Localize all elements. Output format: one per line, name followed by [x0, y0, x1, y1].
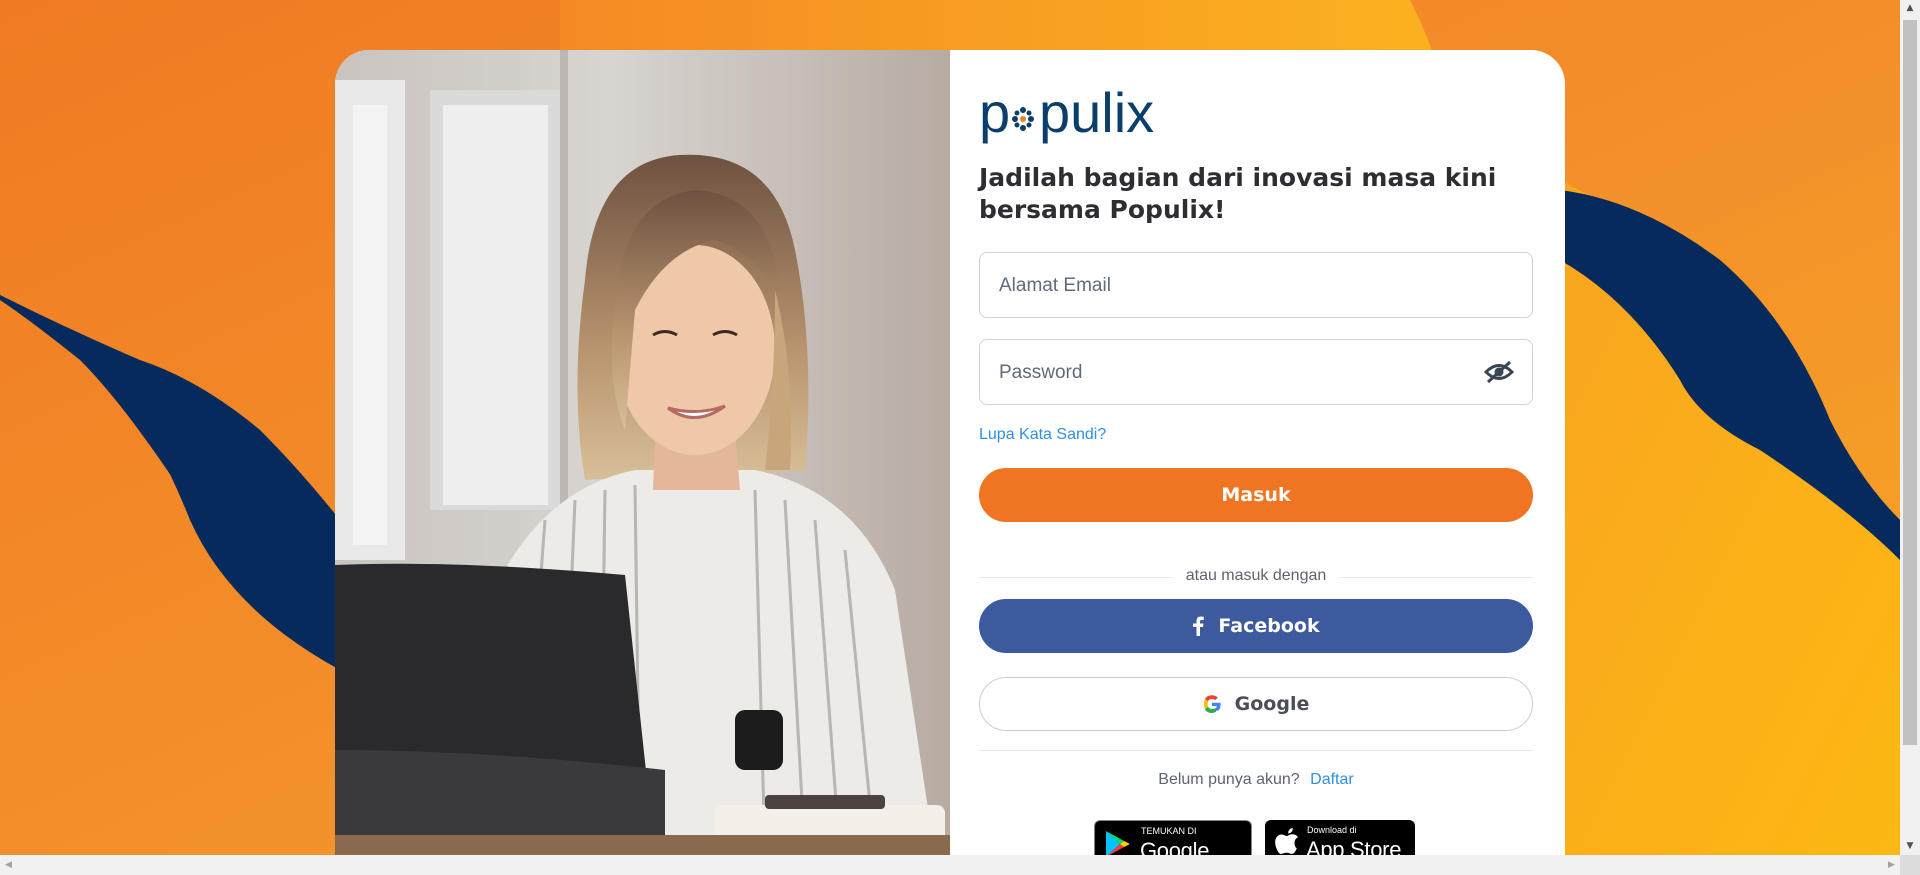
- password-input[interactable]: [997, 340, 1471, 406]
- google-button-label: Google: [1234, 693, 1310, 715]
- app-store-badge[interactable]: Download di App Store: [1265, 820, 1415, 855]
- divider-text: atau masuk dengan: [1171, 567, 1341, 584]
- login-form: p pulix Jadilah bagian dari inovasi masa…: [979, 50, 1535, 855]
- scroll-right-arrow-icon[interactable]: ▶: [1883, 855, 1900, 875]
- google-play-icon: [1105, 830, 1131, 855]
- login-button-label: Masuk: [1221, 484, 1291, 506]
- vertical-scroll-thumb[interactable]: [1903, 20, 1917, 745]
- scroll-left-arrow-icon[interactable]: ◀: [0, 855, 17, 875]
- vertical-scrollbar[interactable]: ▲ ▼: [1900, 0, 1920, 855]
- app-store-small-text: Download di: [1307, 825, 1357, 835]
- populix-logo: p pulix: [979, 88, 1179, 144]
- google-play-badge[interactable]: TEMUKAN DI Google Play: [1094, 820, 1252, 855]
- google-play-big-text: Google Play: [1140, 838, 1210, 855]
- google-icon: [1203, 695, 1221, 713]
- svg-text:pulix: pulix: [1039, 88, 1154, 144]
- social-divider: atau masuk dengan: [979, 565, 1533, 589]
- facebook-button-label: Facebook: [1218, 615, 1320, 637]
- password-field[interactable]: [979, 339, 1533, 406]
- google-play-small-text: TEMUKAN DI: [1141, 826, 1197, 836]
- footer-divider: [979, 750, 1533, 751]
- apple-icon: [1275, 828, 1299, 855]
- google-login-button[interactable]: Google: [979, 677, 1533, 731]
- svg-text:p: p: [979, 88, 1010, 144]
- forgot-password-link[interactable]: Lupa Kata Sandi?: [979, 426, 1106, 444]
- register-prompt: Belum punya akun? Daftar: [979, 771, 1533, 789]
- login-card: p pulix Jadilah bagian dari inovasi masa…: [335, 50, 1565, 855]
- email-field[interactable]: [979, 252, 1533, 319]
- register-link[interactable]: Daftar: [1310, 771, 1354, 788]
- page-headline: Jadilah bagian dari inovasi masa kini be…: [979, 163, 1497, 224]
- login-button[interactable]: Masuk: [979, 468, 1533, 522]
- facebook-icon: [1192, 616, 1205, 636]
- register-prompt-text: Belum punya akun?: [1158, 771, 1300, 788]
- scroll-up-arrow-icon[interactable]: ▲: [1900, 0, 1920, 17]
- facebook-login-button[interactable]: Facebook: [979, 599, 1533, 653]
- hero-photo: [335, 50, 950, 855]
- horizontal-scrollbar[interactable]: ◀ ▶: [0, 855, 1920, 875]
- eye-off-icon[interactable]: [1483, 359, 1515, 385]
- scrollbar-corner: [1900, 855, 1920, 875]
- app-store-big-text: App Store: [1306, 837, 1402, 855]
- email-input[interactable]: [997, 253, 1471, 319]
- scroll-down-arrow-icon[interactable]: ▼: [1900, 838, 1920, 855]
